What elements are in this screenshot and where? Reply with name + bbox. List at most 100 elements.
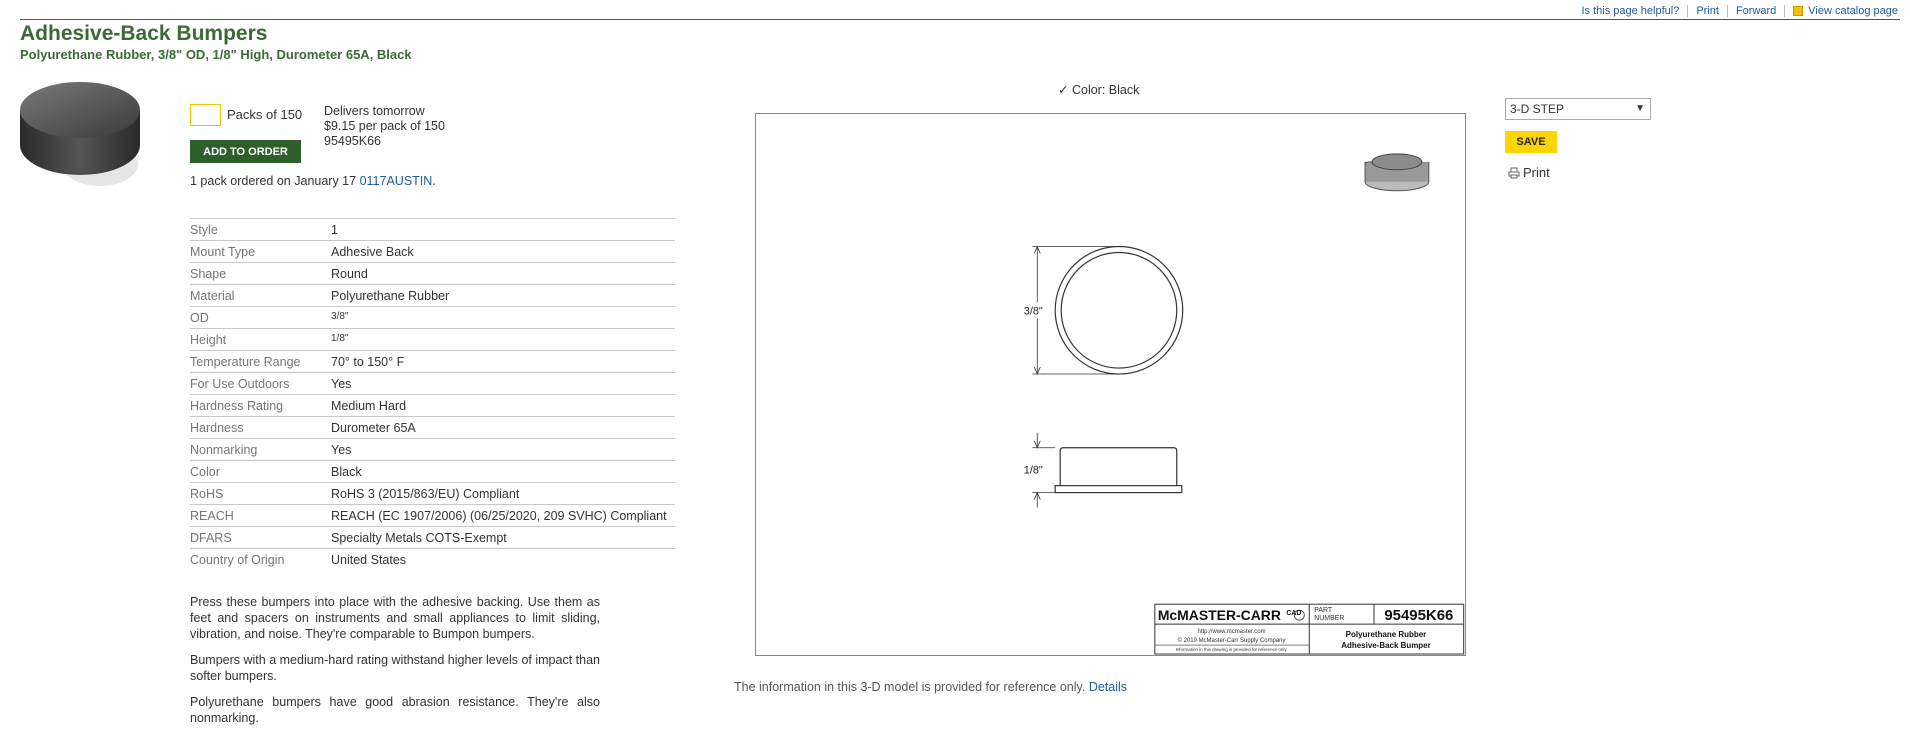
view-catalog-link[interactable]: View catalog page bbox=[1808, 5, 1898, 17]
spec-row: Temperature Range 70° to 150° F bbox=[190, 350, 675, 373]
spec-value: 70° to 150° F bbox=[331, 355, 405, 369]
print-page-link[interactable]: Print bbox=[1696, 5, 1719, 17]
spec-value: RoHS 3 (2015/863/EU) Compliant bbox=[331, 487, 520, 501]
part-label: PART bbox=[1314, 607, 1333, 614]
details-link[interactable]: Details bbox=[1089, 680, 1127, 694]
cad-drawing: 3/8" 1/8" McMASTER-CARR CAD PART NUMBER … bbox=[755, 113, 1466, 656]
spec-row: Mount Type Adhesive Back bbox=[190, 240, 675, 263]
spec-row: REACH REACH (EC 1907/2006) (06/25/2020, 2… bbox=[190, 504, 675, 527]
link-divider bbox=[1726, 5, 1728, 17]
bumper-preview bbox=[1364, 153, 1430, 192]
order-history-text: 1 pack ordered on January 17 bbox=[190, 174, 357, 188]
cad-label: CAD bbox=[1286, 610, 1301, 617]
spec-key: Material bbox=[190, 289, 235, 303]
description-paragraph: Bumpers with a medium-hard rating withst… bbox=[190, 653, 600, 683]
page-links: Is this page helpful? Print Forward View… bbox=[1581, 5, 1898, 17]
price-text: $9.15 per pack of 150 bbox=[324, 119, 445, 133]
order-history-end: . bbox=[432, 174, 436, 188]
spec-value: Polyurethane Rubber bbox=[331, 289, 450, 303]
spec-row: Material Polyurethane Rubber bbox=[190, 284, 675, 307]
drawing-part-number: 95495K66 bbox=[1384, 607, 1453, 624]
spec-row: RoHS RoHS 3 (2015/863/EU) Compliant bbox=[190, 482, 675, 505]
spec-key: Country of Origin bbox=[190, 553, 285, 567]
dropdown-arrow-icon: ▼ bbox=[1635, 103, 1645, 114]
delivery-info: Delivers tomorrow $9.15 per pack of 150 … bbox=[324, 104, 445, 149]
spec-value: Yes bbox=[331, 377, 352, 391]
delivery-text: Delivers tomorrow bbox=[324, 104, 425, 118]
drawing-name-line1: Polyurethane Rubber bbox=[1346, 630, 1427, 639]
spec-row: Shape Round bbox=[190, 262, 675, 285]
spec-key: RoHS bbox=[190, 487, 224, 501]
spec-key: OD bbox=[190, 311, 209, 325]
spec-key: Style bbox=[190, 223, 218, 237]
description-paragraph: Polyurethane bumpers have good abrasion … bbox=[190, 695, 600, 725]
spec-row: Hardness Rating Medium Hard bbox=[190, 394, 675, 417]
order-history-link[interactable]: 0117AUSTIN bbox=[360, 174, 433, 188]
drawing-name-line2: Adhesive-Back Bumper bbox=[1341, 641, 1430, 650]
quantity-input[interactable] bbox=[190, 104, 221, 126]
spec-key: REACH bbox=[190, 509, 234, 523]
spec-key: Hardness Rating bbox=[190, 399, 284, 413]
spec-value: 1/8" bbox=[331, 333, 349, 344]
spec-row: Height 1/8" bbox=[190, 328, 675, 351]
brand-label: McMASTER-CARR bbox=[1158, 607, 1281, 623]
page-subtitle: Polyurethane Rubber, 3/8" OD, 1/8" High,… bbox=[20, 47, 412, 62]
spec-table: Style 1 Mount Type Adhesive Back Shape Roun… bbox=[190, 218, 675, 571]
spec-row: DFARS Specialty Metals COTS-Exempt bbox=[190, 526, 675, 549]
side-view: 1/8" bbox=[1024, 432, 1183, 508]
color-selection: ✓ Color: Black bbox=[1058, 82, 1139, 97]
product-image bbox=[20, 82, 140, 186]
spec-row: Nonmarking Yes bbox=[190, 438, 675, 461]
spec-key: For Use Outdoors bbox=[190, 377, 290, 391]
spec-row: For Use Outdoors Yes bbox=[190, 372, 675, 395]
catalog-page-icon bbox=[1793, 6, 1804, 16]
spec-key: Color bbox=[190, 465, 220, 479]
spec-row: OD 3/8" bbox=[190, 306, 675, 329]
spec-key: Hardness bbox=[190, 421, 244, 435]
model-disclaimer: The information in this 3-D model is pro… bbox=[734, 680, 1127, 694]
spec-value: 3/8" bbox=[331, 311, 349, 322]
spec-key: Height bbox=[190, 333, 227, 347]
spec-value: Black bbox=[331, 465, 362, 479]
spec-value: Specialty Metals COTS-Exempt bbox=[331, 531, 507, 545]
save-cad-button[interactable]: SAVE bbox=[1505, 131, 1557, 153]
order-history: 1 pack ordered on January 17 0117AUSTIN. bbox=[190, 174, 436, 188]
drawing-url: http://www.mcmaster.com bbox=[1198, 629, 1266, 635]
link-divider bbox=[1784, 5, 1786, 17]
od-dimension-label: 3/8" bbox=[1024, 305, 1043, 317]
product-description: Press these bumpers into place with the … bbox=[190, 594, 600, 736]
spec-value: Yes bbox=[331, 443, 352, 457]
drawing-disclaimer: Information in this drawing is provided … bbox=[1176, 647, 1288, 652]
header-rule bbox=[20, 19, 1900, 20]
part-number-text: 95495K66 bbox=[324, 134, 382, 148]
spec-row: Country of Origin United States bbox=[190, 548, 675, 571]
spec-value: REACH (EC 1907/2006) (06/25/2020, 209 SV… bbox=[331, 509, 667, 523]
spec-value: United States bbox=[331, 553, 407, 567]
add-to-order-button[interactable]: ADD TO ORDER bbox=[190, 140, 301, 163]
spec-row: Color Black bbox=[190, 460, 675, 483]
height-dimension-label: 1/8" bbox=[1024, 465, 1043, 477]
spec-key: Nonmarking bbox=[190, 443, 258, 457]
page-title: Adhesive-Back Bumpers bbox=[20, 22, 268, 45]
cad-format-select[interactable]: 3-D STEP ▼ bbox=[1505, 98, 1651, 120]
title-block: McMASTER-CARR CAD PART NUMBER 95495K66 h… bbox=[1154, 603, 1465, 655]
model-disclaimer-text: The information in this 3-D model is pro… bbox=[734, 680, 1086, 694]
spec-key: DFARS bbox=[190, 531, 232, 545]
spec-value: Adhesive Back bbox=[331, 245, 414, 259]
spec-value: Medium Hard bbox=[331, 399, 407, 413]
page-helpful-link[interactable]: Is this page helpful? bbox=[1581, 5, 1679, 17]
checkmark-icon: ✓ bbox=[1058, 83, 1069, 97]
print-drawing-link[interactable]: Print bbox=[1508, 165, 1550, 180]
color-label: Color: Black bbox=[1071, 83, 1140, 97]
link-divider bbox=[1687, 5, 1689, 17]
description-paragraph: Press these bumpers into place with the … bbox=[190, 595, 600, 641]
spec-row: Hardness Durometer 65A bbox=[190, 416, 675, 439]
forward-link[interactable]: Forward bbox=[1736, 5, 1776, 17]
spec-value: 1 bbox=[331, 223, 338, 237]
top-view: 3/8" bbox=[1021, 245, 1184, 376]
spec-key: Mount Type bbox=[190, 245, 256, 259]
print-label: Print bbox=[1523, 165, 1550, 180]
pack-size-label: Packs of 150 bbox=[227, 107, 303, 122]
spec-row: Style 1 bbox=[190, 218, 675, 241]
number-label: NUMBER bbox=[1314, 615, 1344, 622]
